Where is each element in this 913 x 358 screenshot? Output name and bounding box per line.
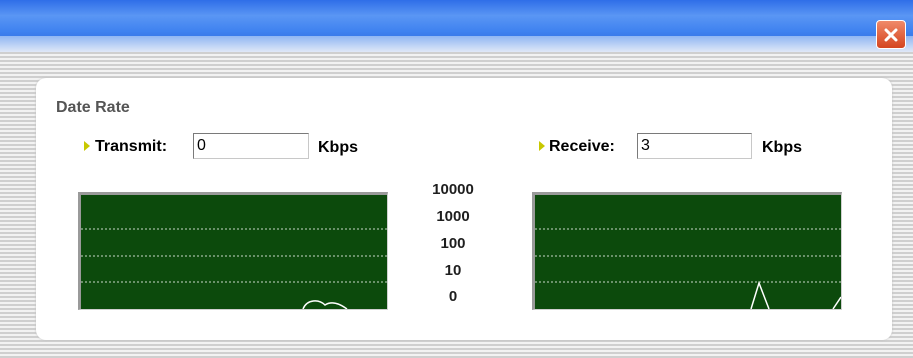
transmit-rate-field[interactable] — [193, 133, 309, 159]
transmit-unit: Kbps — [318, 139, 358, 156]
scale-label: 10 — [444, 262, 462, 279]
scale-label: 1000 — [436, 208, 470, 225]
section-title: Date Rate — [56, 99, 130, 116]
receive-label: Receive: — [549, 138, 615, 155]
arrow-bullet-icon — [539, 141, 545, 151]
title-bar-shade — [0, 36, 913, 52]
receive-unit: Kbps — [762, 139, 802, 156]
transmit-graph-canvas — [81, 228, 387, 309]
transmit-graph — [78, 192, 388, 310]
receive-graph-canvas — [535, 228, 841, 309]
scale-label: 0 — [448, 288, 458, 305]
transmit-trace — [302, 300, 348, 309]
close-icon — [884, 28, 898, 41]
receive-trace — [750, 280, 770, 309]
scale-label: 100 — [440, 235, 466, 252]
scale-label: 10000 — [432, 181, 474, 198]
receive-trace — [832, 296, 841, 309]
receive-rate-field[interactable] — [637, 133, 752, 159]
close-button[interactable] — [876, 20, 906, 49]
transmit-label: Transmit: — [95, 138, 168, 155]
arrow-bullet-icon — [84, 141, 90, 151]
receive-graph — [532, 192, 842, 310]
